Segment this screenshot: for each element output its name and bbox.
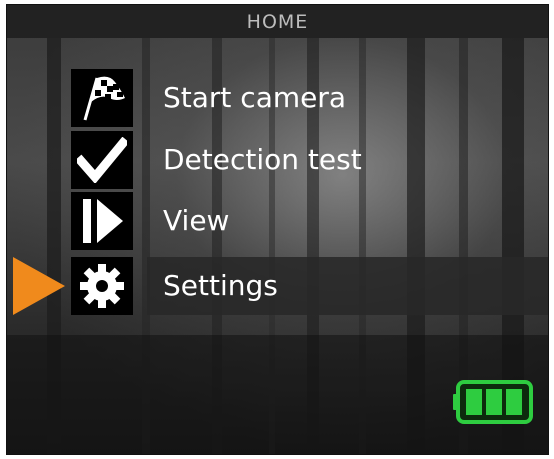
header-bar: HOME (7, 5, 548, 38)
menu-item-start-camera[interactable]: Start camera (7, 69, 548, 127)
menu-item-view[interactable]: View (7, 192, 548, 250)
menu-item-label: Start camera (163, 81, 347, 114)
battery-icon (453, 379, 535, 429)
gear-icon (71, 257, 133, 315)
menu-item-label: Detection test (163, 143, 362, 176)
menu-item-detection-test[interactable]: Detection test (7, 131, 548, 189)
page-title: HOME (246, 10, 309, 33)
play-icon (71, 192, 133, 250)
checkmark-icon (71, 131, 133, 189)
checkered-flag-icon (71, 69, 133, 127)
menu-item-label: View (163, 204, 230, 237)
menu-item-label: Settings (163, 269, 278, 302)
menu-item-settings[interactable]: Settings (7, 257, 548, 315)
selection-arrow-icon (13, 257, 65, 315)
camera-screen: HOME Start camera Detection test View Se… (6, 4, 549, 455)
